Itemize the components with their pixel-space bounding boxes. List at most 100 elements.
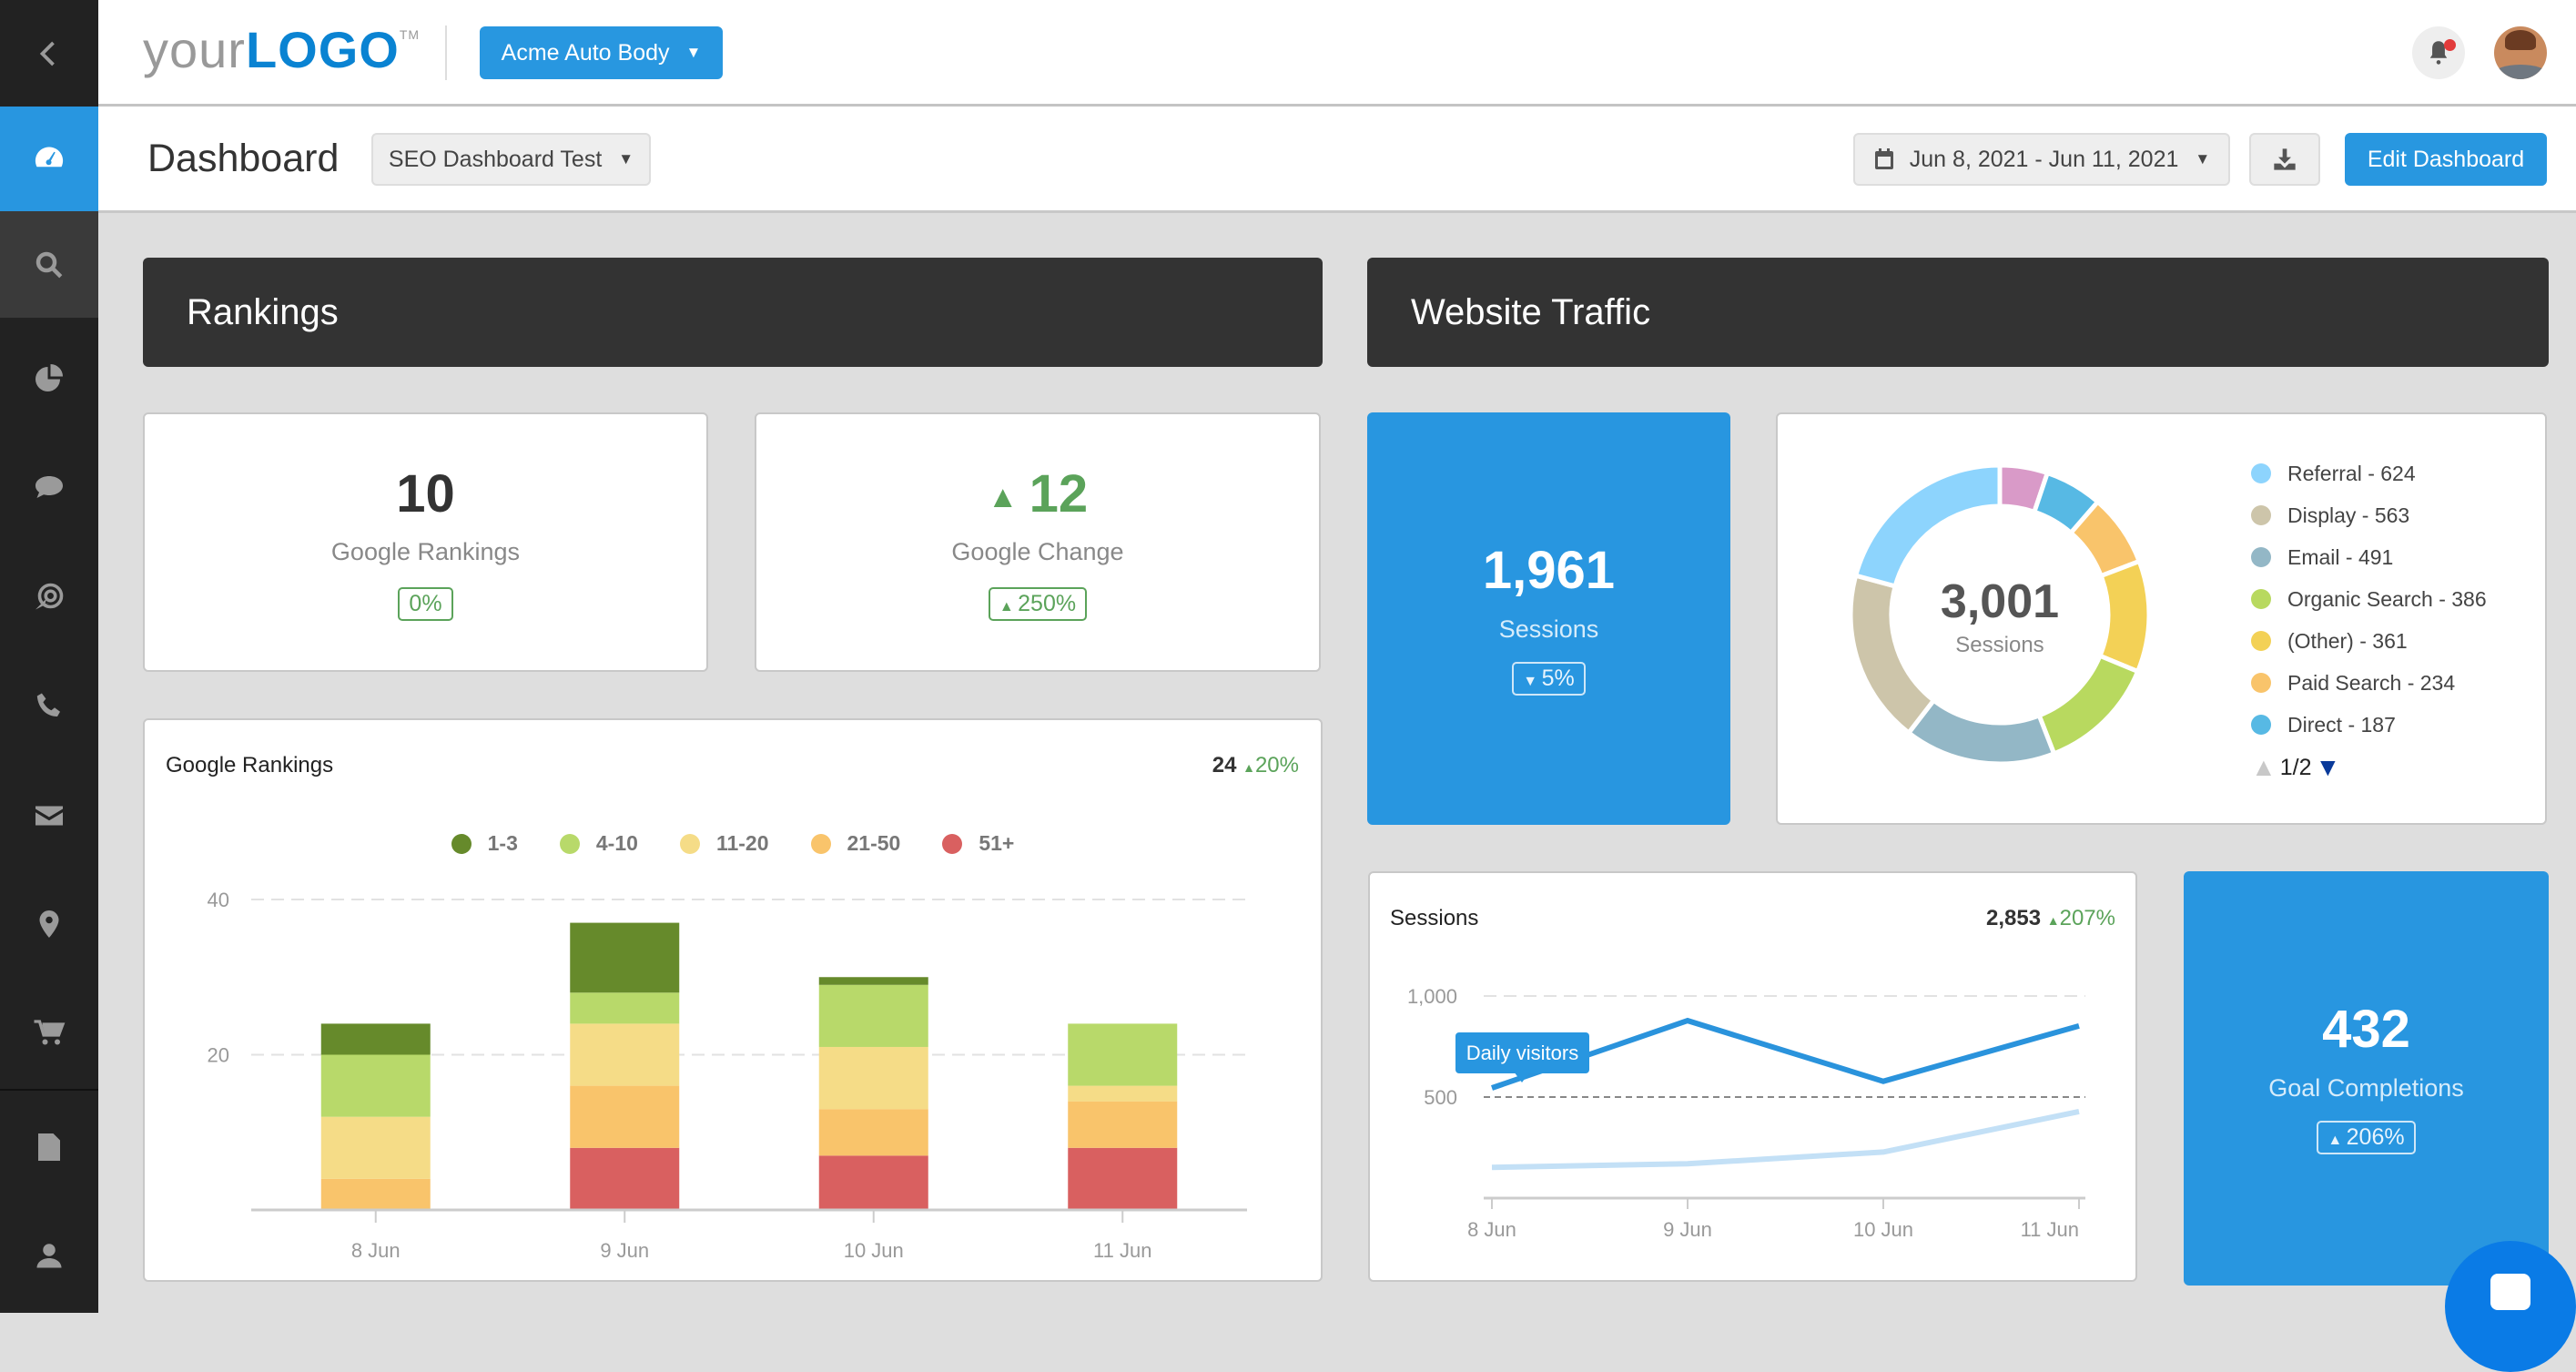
x-tick-label: 8 Jun (351, 1239, 401, 1262)
header-divider (445, 25, 447, 80)
kpi-label: Google Change (951, 538, 1124, 565)
sidebar-item-local[interactable] (0, 869, 98, 979)
bar-segment (570, 1147, 680, 1210)
edit-dashboard-button[interactable]: Edit Dashboard (2345, 133, 2547, 186)
kpi-value: 12 (1029, 464, 1089, 523)
pie-chart-icon (35, 364, 63, 391)
caret-down-icon: ▼ (2195, 150, 2211, 168)
legend-swatch (2251, 547, 2271, 567)
legend-item[interactable]: Direct - 187 (2251, 704, 2487, 746)
legend-swatch (2251, 715, 2271, 735)
dashboard-select[interactable]: SEO Dashboard Test ▼ (371, 133, 651, 186)
legend-item[interactable]: Referral - 624 (2251, 452, 2487, 494)
section-header-website-traffic: Website Traffic (1367, 258, 2549, 367)
bar-segment (570, 922, 680, 993)
donut-slice (1905, 696, 2057, 767)
top-bar (98, 0, 2576, 107)
notifications-button[interactable] (2412, 26, 2465, 79)
sessions-donut-card: 3,001 Sessions Referral - 624 Display - 5… (1776, 412, 2547, 825)
sidebar-item-analytics[interactable] (0, 323, 98, 432)
download-icon (2274, 148, 2296, 170)
sidebar-item-ppc[interactable] (0, 543, 98, 652)
x-tick-label: 10 Jun (844, 1239, 904, 1262)
x-tick-label: 8 Jun (1467, 1218, 1516, 1241)
legend-swatch (2251, 505, 2271, 525)
envelope-icon (35, 806, 63, 826)
sidebar-item-social[interactable] (0, 432, 98, 542)
sidebar-item-reports[interactable] (0, 1093, 98, 1202)
sidebar-item-account[interactable] (0, 1201, 98, 1310)
date-range-picker[interactable]: Jun 8, 2021 - Jun 11, 2021 ▼ (1853, 133, 2230, 186)
sidebar-item-seo[interactable] (0, 211, 98, 318)
avatar[interactable] (2494, 26, 2547, 79)
client-select[interactable]: Acme Auto Body ▼ (480, 26, 723, 79)
sidebar-item-calls[interactable] (0, 651, 98, 760)
bar-segment (320, 1116, 431, 1179)
chart-tooltip: Daily visitors (1455, 1032, 1589, 1082)
cart-icon (34, 1020, 66, 1045)
bar-chart: 20 40 8 Jun 9 Jun 10 Jun 11 Jun (208, 889, 1247, 1262)
pager-down-icon[interactable]: ▼ (2315, 753, 2340, 782)
x-tick-label: 9 Jun (1663, 1218, 1712, 1241)
donut-center-value: 3,001 (1940, 575, 2060, 628)
page-title: Dashboard (147, 137, 340, 180)
bar-segment (1068, 1101, 1178, 1148)
kpi-goal-completions: 432 Goal Completions ▲ 206% (2184, 871, 2549, 1286)
bar-segment (1068, 1085, 1178, 1102)
phone-icon (36, 693, 60, 716)
change-badge: ▲ 206% (2317, 1121, 2416, 1154)
sessions-line-chart-card: Sessions 2,853 ▲207% 500 1,000 8 Jun 9 Jun 1… (1368, 871, 2137, 1282)
legend-label: Display - 563 (2287, 503, 2410, 527)
chevron-left-icon (39, 41, 55, 66)
chat-icon (2490, 1274, 2530, 1310)
y-tick-label: 40 (208, 889, 229, 911)
legend-swatch (2251, 673, 2271, 693)
bar-segment (818, 1046, 928, 1110)
notification-badge (2444, 39, 2456, 51)
change-badge: ▼ 5% (1512, 662, 1586, 696)
download-button[interactable] (2249, 133, 2320, 186)
legend-item[interactable]: Email - 491 (2251, 536, 2487, 578)
y-tick-label: 1,000 (1407, 985, 1457, 1008)
legend-item[interactable]: (Other) - 361 (2251, 620, 2487, 662)
user-icon (36, 1244, 62, 1268)
kpi-value: 432 (2322, 1000, 2410, 1059)
bar-segment (818, 1109, 928, 1156)
kpi-value: 10 (396, 464, 455, 523)
y-tick-label: 20 (208, 1044, 229, 1067)
bar-segment (320, 1023, 431, 1055)
chat-launcher-button[interactable] (2445, 1241, 2576, 1372)
bar-segment (570, 992, 680, 1024)
x-tick-label: 11 Jun (2021, 1218, 2079, 1241)
bar-segment (1068, 1023, 1178, 1086)
chat-icon (35, 476, 63, 498)
bar-segment (320, 1178, 431, 1210)
kpi-google-rankings: 10 Google Rankings 0% (143, 412, 708, 672)
legend-item[interactable]: Paid Search - 234 (2251, 662, 2487, 704)
x-tick-label: 11 Jun (1093, 1239, 1151, 1262)
series-line (1491, 1109, 2080, 1171)
donut-slice (1852, 462, 2003, 589)
pager-up-icon[interactable]: ▲ (2251, 753, 2277, 782)
kpi-label: Google Rankings (330, 538, 521, 565)
legend-pager: ▲ 1/2 ▼ (2251, 753, 2341, 782)
donut-slice (2035, 653, 2141, 757)
caret-down-icon: ▼ (685, 44, 702, 61)
triangle-up-icon: ▲ (987, 480, 1019, 515)
donut-legend: Referral - 624 Display - 563 Email - 491 Or… (2251, 452, 2487, 746)
legend-item[interactable]: Display - 563 (2251, 494, 2487, 536)
sidebar-item-email[interactable] (0, 761, 98, 870)
kpi-label: Goal Completions (2268, 1074, 2464, 1102)
donut-center-label: Sessions (1955, 633, 2044, 657)
legend-label: Organic Search - 386 (2287, 586, 2487, 611)
sidebar-collapse-button[interactable] (0, 0, 98, 107)
dashboard-icon (35, 146, 64, 167)
logo[interactable]: yourLOGOTM (143, 20, 420, 79)
section-header-rankings: Rankings (143, 258, 1323, 367)
sidebar-item-ecommerce[interactable] (0, 978, 98, 1087)
sidebar-item-dashboard[interactable] (0, 107, 98, 211)
legend-label: Email - 491 (2287, 544, 2394, 569)
bar-segment (818, 977, 928, 985)
legend-item[interactable]: Organic Search - 386 (2251, 578, 2487, 620)
legend-label: Paid Search - 234 (2287, 670, 2456, 695)
